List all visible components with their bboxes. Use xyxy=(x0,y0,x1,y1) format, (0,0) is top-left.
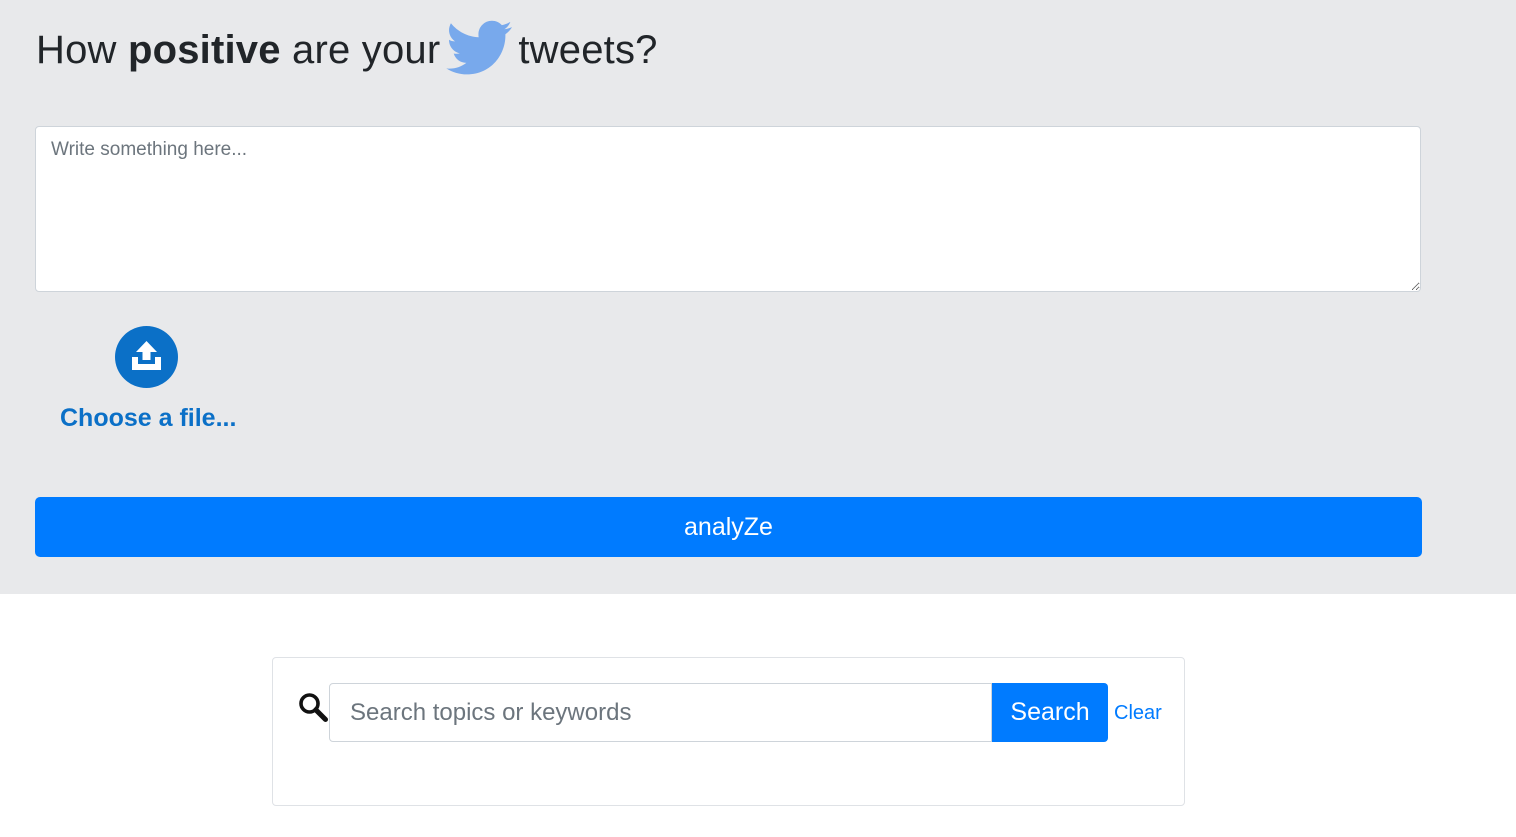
analyze-button[interactable]: analyZe xyxy=(35,497,1422,557)
twitter-bird-icon xyxy=(446,21,513,75)
upload-icon xyxy=(132,341,161,370)
search-input[interactable] xyxy=(329,683,992,742)
title-emphasis: positive xyxy=(127,28,281,72)
upload-button[interactable] xyxy=(115,326,178,388)
search-button[interactable]: Search xyxy=(992,683,1108,742)
choose-file-link[interactable]: Choose a file... xyxy=(60,404,236,433)
title-middle: are your xyxy=(280,28,441,72)
magnifier-icon xyxy=(299,693,328,722)
title-prefix: How xyxy=(36,28,128,72)
title-suffix: tweets? xyxy=(518,28,658,72)
tweet-text-input[interactable] xyxy=(35,126,1421,292)
clear-link[interactable]: Clear xyxy=(1114,702,1162,725)
hero-section: How positive are your tweets? Choose a f… xyxy=(0,0,1516,594)
page-title: How positive are your tweets? xyxy=(36,21,658,78)
